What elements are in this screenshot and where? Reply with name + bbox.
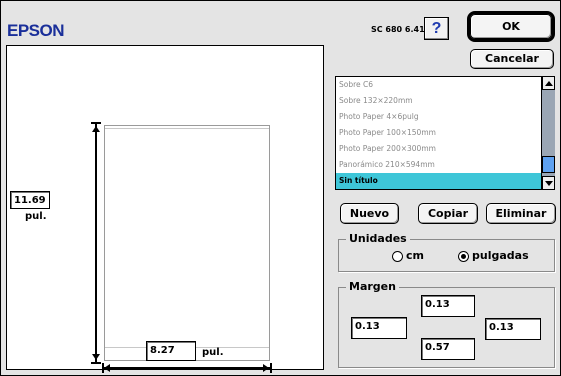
inches-radio-label[interactable]: pulgadas	[472, 249, 529, 262]
inches-radio[interactable]	[458, 251, 469, 262]
margin-group-label: Margen	[346, 280, 399, 293]
width-dimension-cap-right	[270, 363, 272, 373]
ok-button[interactable]: OK	[470, 14, 552, 39]
paper-width-input[interactable]: 8.27	[146, 341, 196, 361]
margin-left-input[interactable]: 0.13	[351, 317, 407, 339]
margin-right-input[interactable]: 0.13	[485, 318, 541, 340]
list-item-selected[interactable]: Sin título	[336, 173, 541, 189]
height-dimension-cap-bottom	[91, 362, 101, 364]
epson-logo: EPSON	[7, 21, 65, 40]
margin-top-input[interactable]: 0.13	[421, 295, 475, 317]
top-margin-line	[105, 128, 269, 129]
paper-preview-panel: 11.69 pul. 8.27 pul.	[6, 45, 324, 373]
list-item[interactable]: Photo Paper 100×150mm	[336, 125, 541, 141]
paper-width-unit: pul.	[202, 347, 224, 358]
paper-size-list[interactable]: Sobre C6 Sobre 132×220mm Photo Paper 4×6…	[335, 76, 555, 190]
arrow-down-icon	[92, 354, 100, 360]
driver-version-label: SC 680 6.41S	[371, 25, 431, 34]
paper-size-dialog: EPSON SC 680 6.41S ? OK Cancelar 11.69 p…	[0, 0, 561, 376]
list-item[interactable]: Sobre C6	[336, 77, 541, 93]
scroll-up-button[interactable]	[542, 76, 555, 90]
paper-size-list-items: Sobre C6 Sobre 132×220mm Photo Paper 4×6…	[336, 77, 541, 189]
scroll-thumb[interactable]	[542, 156, 555, 173]
margin-bottom-input[interactable]: 0.57	[421, 338, 475, 360]
list-item[interactable]: Sobre 132×220mm	[336, 93, 541, 109]
chevron-up-icon	[545, 81, 553, 86]
width-dimension-line	[103, 367, 271, 369]
cancel-button[interactable]: Cancelar	[470, 49, 554, 69]
help-button[interactable]: ?	[424, 17, 449, 40]
list-scrollbar[interactable]	[541, 76, 555, 190]
paper-preview	[104, 125, 270, 361]
delete-button[interactable]: Eliminar	[486, 203, 556, 224]
cm-radio-label[interactable]: cm	[406, 249, 424, 262]
arrow-left-icon	[104, 364, 110, 372]
list-item[interactable]: Panorámico 210×594mm	[336, 157, 541, 173]
paper-height-unit: pul.	[25, 211, 47, 222]
height-dimension-cap-top	[91, 122, 101, 124]
units-group-label: Unidades	[346, 232, 410, 245]
chevron-down-icon	[545, 181, 553, 186]
new-button[interactable]: Nuevo	[340, 203, 399, 224]
list-item[interactable]: Photo Paper 4×6pulg	[336, 109, 541, 125]
copy-button[interactable]: Copiar	[418, 203, 478, 224]
ok-button-frame: OK	[467, 11, 555, 42]
height-dimension-line	[95, 124, 97, 362]
paper-height-input[interactable]: 11.69	[10, 191, 50, 209]
cm-radio[interactable]	[392, 251, 403, 262]
scroll-down-button[interactable]	[542, 176, 555, 190]
list-item[interactable]: Photo Paper 200×300mm	[336, 141, 541, 157]
arrow-up-icon	[92, 126, 100, 132]
arrow-right-icon	[263, 364, 269, 372]
